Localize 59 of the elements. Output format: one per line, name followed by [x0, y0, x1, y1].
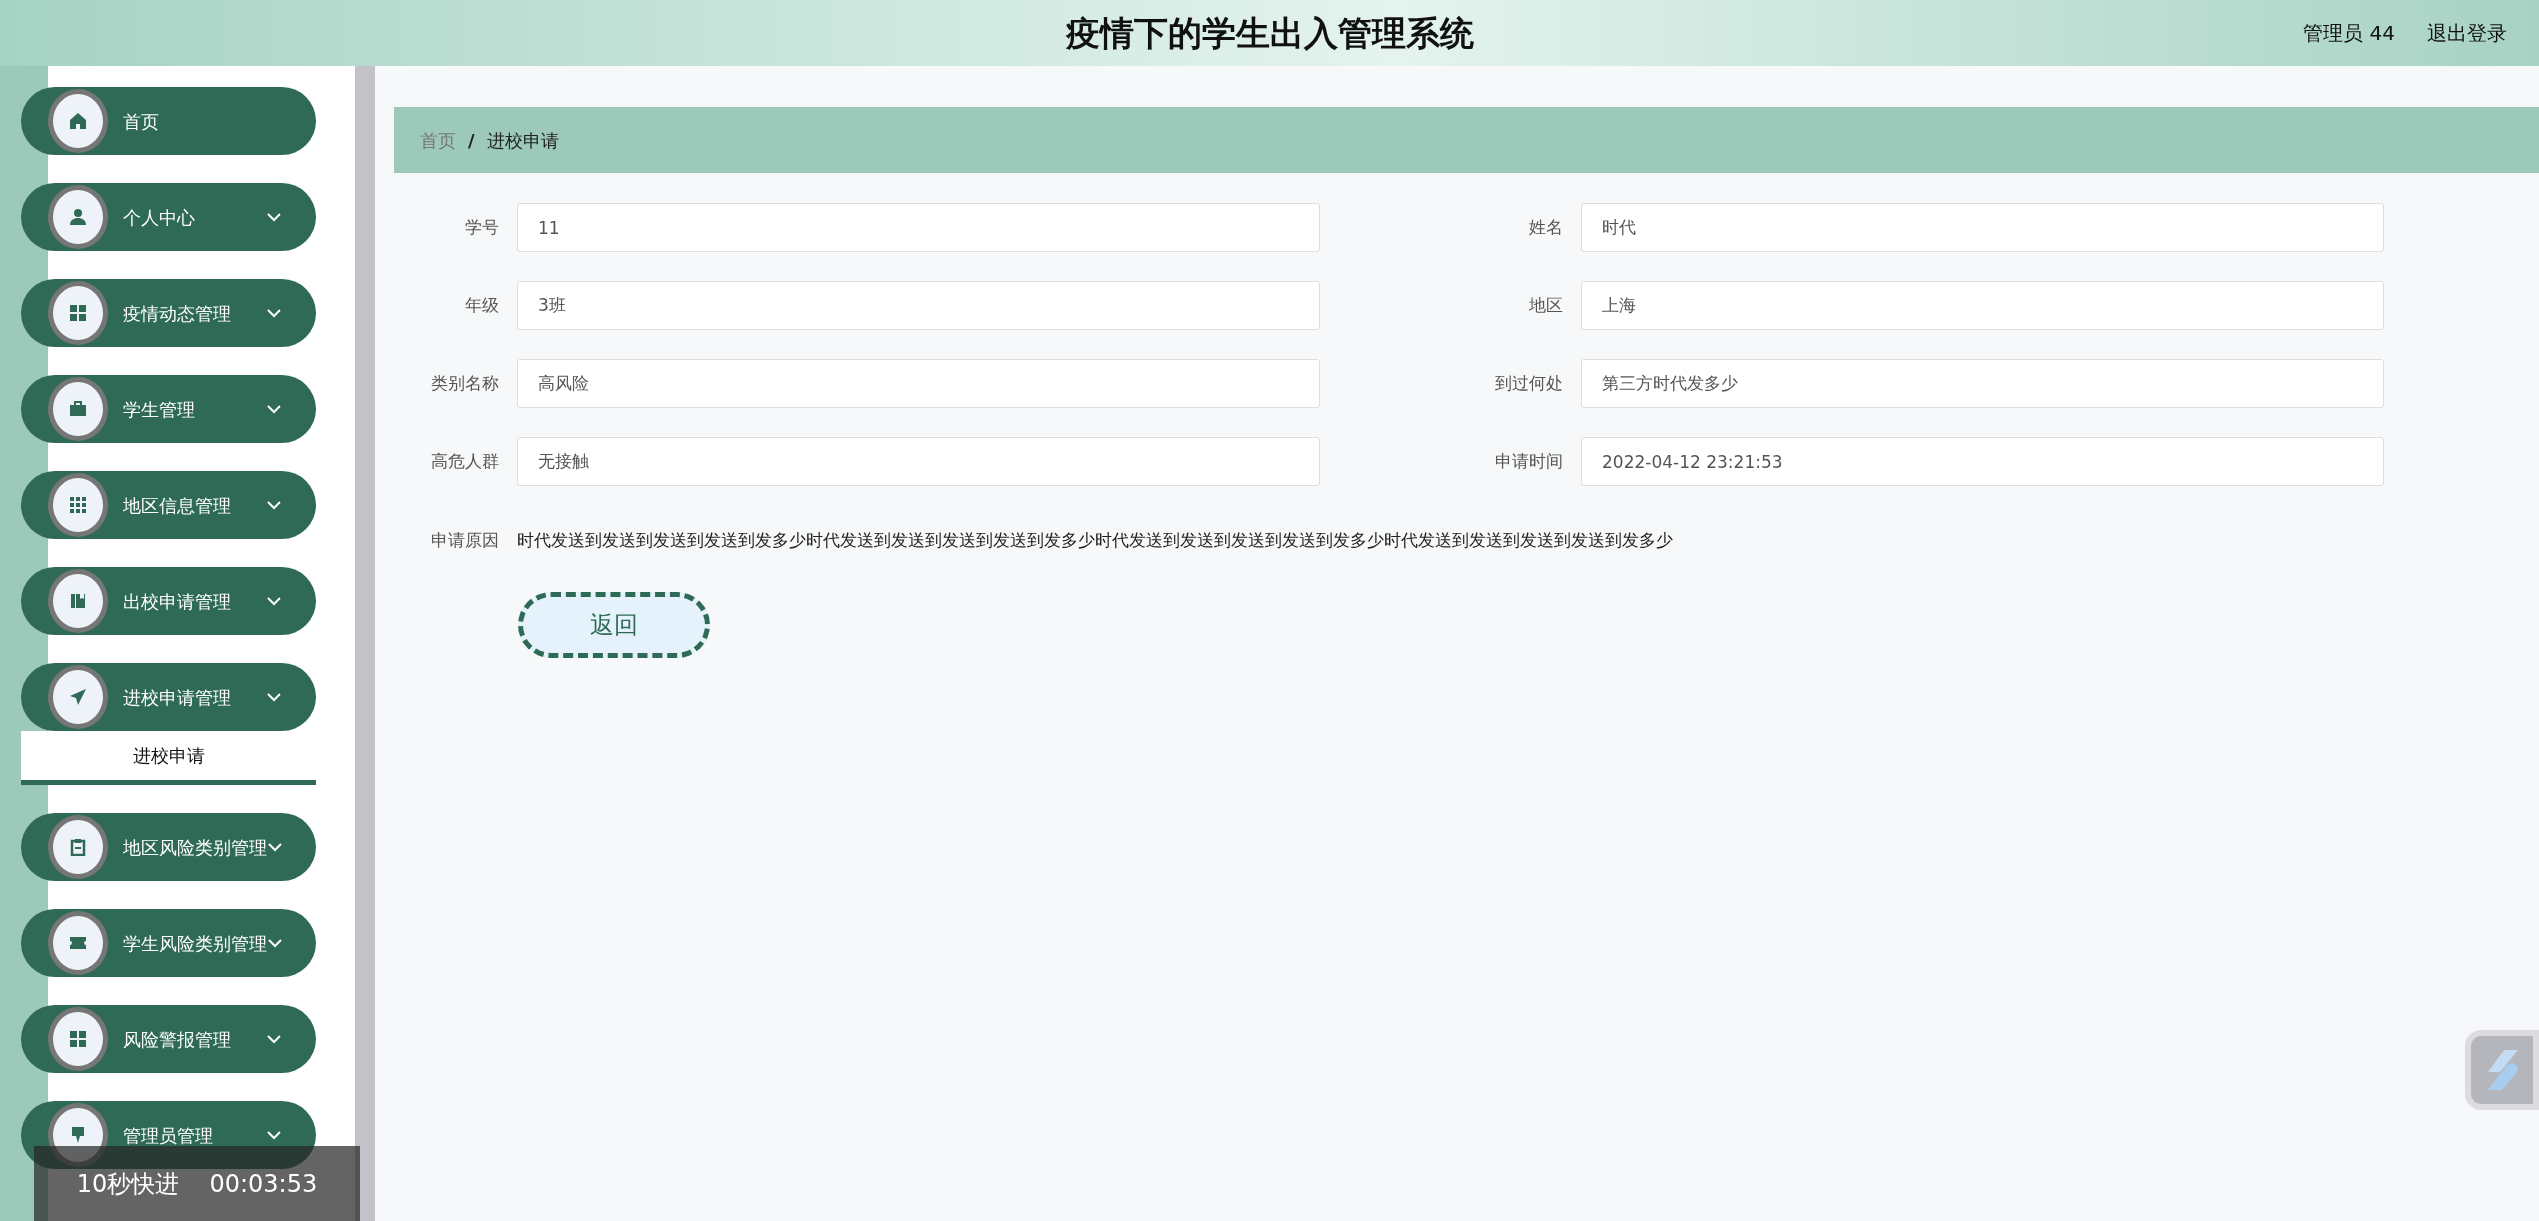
sidebar-menu-item[interactable]: 疫情动态管理: [21, 279, 316, 347]
sidebar-menu-item[interactable]: 地区信息管理: [21, 471, 316, 539]
field-label: 年级: [464, 293, 500, 317]
chevron-down-icon: [266, 212, 282, 222]
chevron-down-icon: [266, 308, 282, 318]
chevron-down-icon: [266, 500, 282, 510]
logout-link[interactable]: 退出登录: [2427, 18, 2507, 48]
system-title: 疫情下的学生出入管理系统: [1065, 11, 1474, 55]
text-field[interactable]: 高风险: [517, 359, 1320, 408]
chevron-down-icon: [266, 1034, 282, 1044]
sidebar-menu-item[interactable]: 学生管理: [21, 375, 316, 443]
sidebar-menu-item[interactable]: 首页: [21, 87, 316, 155]
sidebar-menu-item[interactable]: 风险警报管理: [21, 1005, 316, 1073]
breadcrumb-separator: /: [468, 128, 475, 153]
chevron-down-icon: [266, 596, 282, 606]
text-field[interactable]: 2022-04-12 23:21:53: [1581, 437, 2384, 486]
playback-time: 00:03:53: [209, 1168, 318, 1200]
back-button[interactable]: 返回: [518, 591, 710, 658]
field-label: 姓名: [1528, 215, 1564, 239]
breadcrumb-current: 进校申请: [486, 128, 559, 153]
sidebar-menu-item[interactable]: 个人中心: [21, 183, 316, 251]
floating-app-button[interactable]: [2465, 1030, 2539, 1110]
chevron-down-icon: [266, 692, 282, 702]
grid-icon: [69, 496, 87, 514]
text-field[interactable]: 上海: [1581, 281, 2384, 330]
pushpin-icon: [69, 1126, 87, 1144]
field-label: 申请时间: [1494, 449, 1564, 473]
sidebar-menu-item[interactable]: 出校申请管理: [21, 567, 316, 635]
field-label: 到过何处: [1494, 371, 1564, 395]
fast-forward-label: 10秒快进: [76, 1168, 180, 1200]
text-field[interactable]: 无接触: [517, 437, 1320, 486]
field-label: 高危人群: [430, 449, 500, 473]
text-field[interactable]: 时代: [1581, 203, 2384, 252]
sidebar-menu-item[interactable]: 地区风险类别管理: [21, 813, 316, 881]
text-field[interactable]: 11: [517, 203, 1320, 252]
ticket-icon: [69, 934, 87, 952]
book-icon: [69, 592, 87, 610]
field-label: 类别名称: [430, 371, 500, 395]
chevron-down-icon: [266, 1130, 282, 1140]
sidebar-menu-item[interactable]: 进校申请管理: [21, 663, 316, 731]
field-label: 地区: [1528, 293, 1564, 317]
person-icon: [69, 208, 87, 226]
text-field[interactable]: 第三方时代发多少: [1581, 359, 2384, 408]
field-label: 申请原因: [430, 529, 500, 552]
grid-icon: [69, 1030, 87, 1048]
text-field[interactable]: 3班: [517, 281, 1320, 330]
sidebar-menu-item[interactable]: 学生风险类别管理: [21, 909, 316, 977]
admin-username: 管理员 44: [2303, 20, 2395, 47]
submenu-item[interactable]: 进校申请: [21, 731, 316, 785]
paper-plane-icon: [69, 688, 87, 706]
clipboard-icon: [69, 838, 87, 856]
field-label: 学号: [464, 215, 500, 239]
reason-text: 时代发送到发送到发送到发送到发多少时代发送到发送到发送到发送到发多少时代发送到发送到发送到发送到发多少时代发送到发送到发送到发送到发多少: [517, 529, 1673, 552]
home-icon: [69, 112, 87, 130]
chevron-down-icon: [266, 404, 282, 414]
chevron-down-icon: [267, 842, 283, 852]
briefcase-icon: [69, 400, 87, 418]
grid-icon: [69, 304, 87, 322]
chevron-down-icon: [267, 938, 283, 948]
